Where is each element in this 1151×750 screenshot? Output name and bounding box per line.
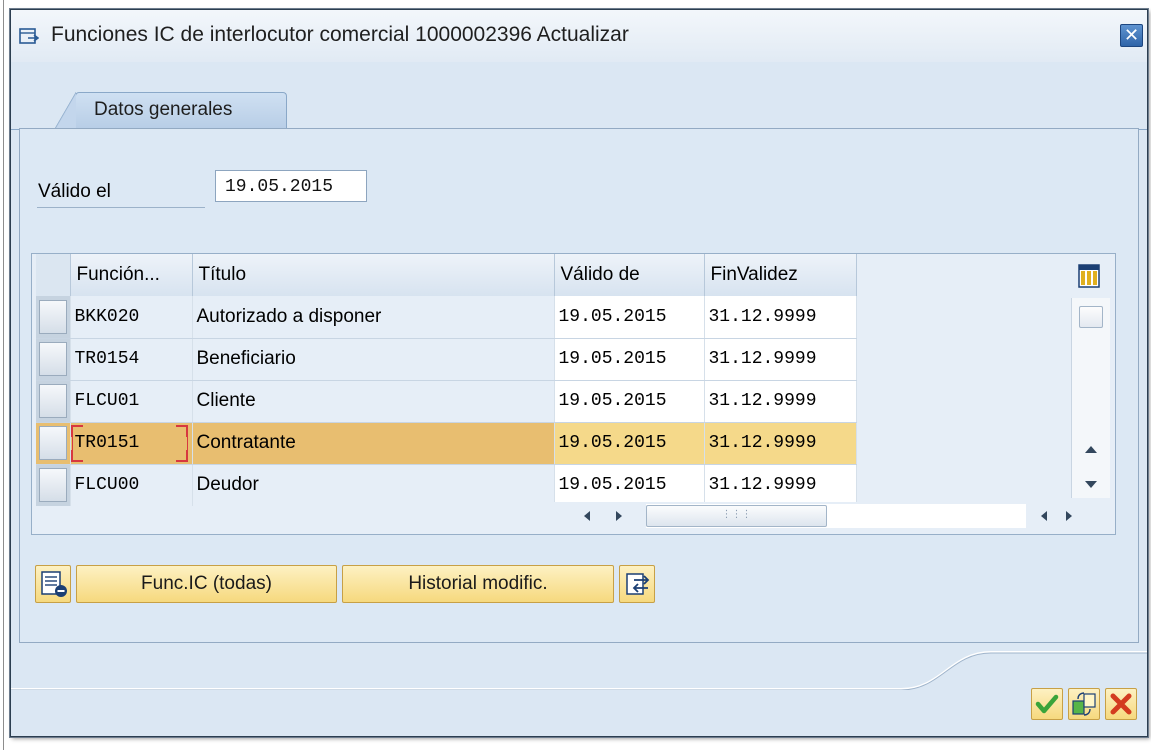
cell-funcion-focused[interactable]: TR0151 [70,422,193,465]
table-row[interactable]: TR0154 Beneficiario 19.05.2015 31.12.999… [36,338,857,381]
cell-titulo[interactable]: Deudor [192,464,555,506]
cell-funcion[interactable]: BKK020 [70,296,193,339]
table-toolbar: Func.IC (todas) Historial modific. [35,565,735,603]
valid-on-label: Válido el [38,181,111,202]
table-row[interactable]: BKK020 Autorizado a disponer 19.05.2015 … [36,296,857,339]
cell-valido-de[interactable]: 19.05.2015 [554,464,705,506]
vertical-scrollbar[interactable] [1071,298,1110,498]
cell-fin-validez[interactable]: 31.12.9999 [704,422,857,465]
cell-titulo[interactable]: Beneficiario [192,338,555,381]
column-header-titulo[interactable]: Título [192,254,555,296]
column-header-funcion[interactable]: Función... [70,254,193,296]
table-row[interactable]: FLCU00 Deudor 19.05.2015 31.12.9999 [36,464,857,506]
general-data-panel: Válido el 19.05.2015 Función... Título V… [19,128,1139,643]
background-window-edge [0,0,10,750]
select-all-cell[interactable] [36,254,71,296]
horizontal-scrollbar[interactable]: ⋮⋮⋮ [552,502,1097,530]
cell-funcion[interactable]: FLCU01 [70,380,193,423]
title-bar: Funciones IC de interlocutor comercial 1… [11,10,1147,63]
functions-table: Función... Título Válido de FinValidez B… [31,253,1116,535]
tab-strip: Datos generales [11,62,1147,130]
cell-fin-validez[interactable]: 31.12.9999 [704,296,857,339]
export-icon[interactable] [619,565,655,603]
scroll-left-icon[interactable] [1039,510,1049,522]
scroll-left-icon[interactable] [582,510,592,522]
dialog-window: Funciones IC de interlocutor comercial 1… [10,9,1148,737]
cell-titulo[interactable]: Cliente [192,380,555,423]
cell-titulo[interactable]: Contratante [192,422,555,465]
change-history-button[interactable]: Historial modific. [342,565,614,603]
scroll-right-icon[interactable] [614,510,624,522]
scroll-top-box[interactable] [1079,306,1103,328]
window-title: Funciones IC de interlocutor comercial 1… [51,23,629,46]
ok-check-icon[interactable] [1031,688,1063,720]
dialog-icon [19,28,39,44]
table-header: Función... Título Válido de FinValidez [36,254,857,296]
scroll-thumb[interactable]: ⋮⋮⋮ [646,505,827,527]
tab-datos-generales[interactable]: Datos generales [54,92,287,130]
close-icon[interactable]: ✕ [1120,24,1143,47]
column-header-fin-validez[interactable]: FinValidez [704,254,857,296]
cell-valido-de[interactable]: 19.05.2015 [554,422,705,465]
cell-valido-de[interactable]: 19.05.2015 [554,296,705,339]
cell-valido-de[interactable]: 19.05.2015 [554,380,705,423]
tab-label: Datos generales [94,99,233,120]
scroll-right-icon[interactable] [1064,510,1074,522]
func-ic-all-button[interactable]: Func.IC (todas) [76,565,337,603]
cell-fin-validez[interactable]: 31.12.9999 [704,338,857,381]
table-row[interactable]: FLCU01 Cliente 19.05.2015 31.12.9999 [36,380,857,423]
column-header-valido-de[interactable]: Válido de [554,254,705,296]
row-selector[interactable] [36,464,71,506]
column-settings-icon[interactable] [1078,264,1100,288]
cancel-x-icon[interactable] [1105,688,1137,720]
scroll-up-icon[interactable] [1084,444,1098,454]
row-selector[interactable] [36,380,71,423]
copy-icon[interactable] [1068,688,1100,720]
cell-fin-validez[interactable]: 31.12.9999 [704,464,857,506]
row-selector[interactable] [36,422,71,465]
row-selector[interactable] [36,296,71,339]
row-selector[interactable] [36,338,71,381]
valid-on-input[interactable]: 19.05.2015 [215,170,367,202]
scroll-down-icon[interactable] [1084,480,1098,490]
cell-titulo[interactable]: Autorizado a disponer [192,296,555,339]
cell-fin-validez[interactable]: 31.12.9999 [704,380,857,423]
cell-funcion[interactable]: TR0154 [70,338,193,381]
cell-funcion[interactable]: FLCU00 [70,464,193,506]
delete-row-icon[interactable] [35,565,71,603]
table-row-selected[interactable]: TR0151 Contratante 19.05.2015 31.12.9999 [36,422,857,465]
cell-valido-de[interactable]: 19.05.2015 [554,338,705,381]
footer-divider [11,651,1147,690]
